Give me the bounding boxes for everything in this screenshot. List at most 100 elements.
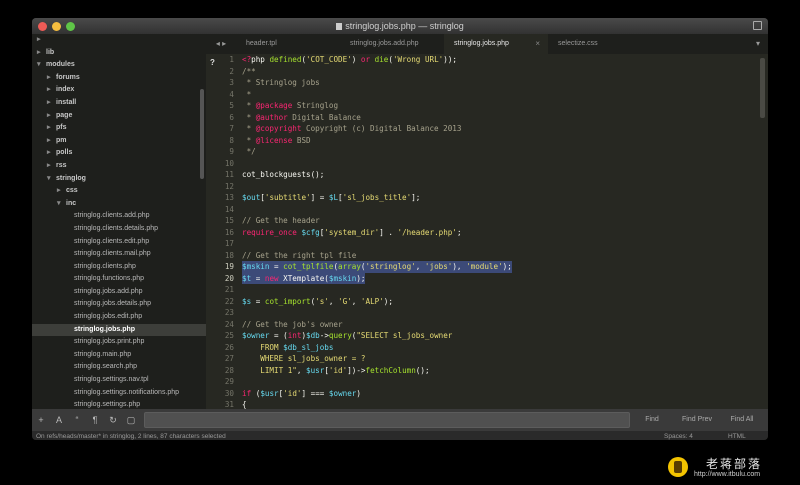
indentation-status[interactable]: Spaces: 4 <box>664 431 693 440</box>
code-line[interactable]: { <box>242 399 752 409</box>
chevron-down-icon[interactable]: ▾ <box>37 59 41 72</box>
code-line[interactable]: WHERE sl_jobs_owner = ? <box>242 353 752 365</box>
chevron-down-icon[interactable]: ▾ <box>57 198 61 211</box>
code-line[interactable]: // Get the header <box>242 215 752 227</box>
tab-menu-icon[interactable]: ▾ <box>756 34 760 54</box>
sidebar-folder[interactable]: ▸ install <box>32 97 206 110</box>
tab[interactable]: header.tpl <box>236 34 340 54</box>
sidebar-folder[interactable]: ▸ polls <box>32 147 206 160</box>
code-line[interactable]: $mskin = cot_tplfile(array('stringlog', … <box>242 261 512 273</box>
code-line[interactable] <box>242 284 752 296</box>
sidebar-folder[interactable]: ▸ page <box>32 110 206 123</box>
chevron-right-icon[interactable]: ▸ <box>47 135 51 148</box>
code-line[interactable] <box>242 376 752 388</box>
code-line[interactable]: $owner = (int)$db->query("SELECT sl_jobs… <box>242 330 752 342</box>
chevron-right-icon[interactable]: ▸ <box>47 84 51 97</box>
plus-icon[interactable]: + <box>32 415 50 425</box>
tab[interactable]: stringlog.jobs.add.php <box>340 34 444 54</box>
code-line[interactable]: * @package Stringlog <box>242 100 752 112</box>
sidebar-file[interactable]: stringlog.functions.php <box>32 273 206 286</box>
code-line[interactable]: $out['subtitle'] = $L['sl_jobs_title']; <box>242 192 752 204</box>
selection-icon[interactable]: ▢ <box>122 415 140 426</box>
sidebar-file[interactable]: stringlog.settings.php <box>32 399 206 409</box>
chevron-right-icon[interactable]: ▸ <box>37 47 41 60</box>
sidebar-folder[interactable]: ▾ modules <box>32 59 206 72</box>
sidebar-folder[interactable]: ▾ stringlog <box>32 173 206 186</box>
code-line[interactable] <box>242 158 752 170</box>
find-button[interactable]: Find <box>632 412 672 428</box>
close-tab-icon[interactable]: × <box>535 34 540 54</box>
editor-scrollbar[interactable] <box>760 58 765 118</box>
chevron-right-icon[interactable]: ▸ <box>47 160 51 173</box>
code-line[interactable]: /** <box>242 66 752 78</box>
chevron-right-icon[interactable]: ▸ <box>47 122 51 135</box>
sidebar-scrollbar[interactable] <box>200 89 204 179</box>
code-line[interactable]: * <box>242 89 752 101</box>
tab[interactable]: stringlog.jobs.php × <box>444 34 548 54</box>
code-line[interactable]: * @copyright Copyright (c) Digital Balan… <box>242 123 752 135</box>
find-all-button[interactable]: Find All <box>722 412 762 428</box>
sidebar-folder[interactable]: ▸ rss <box>32 160 206 173</box>
sidebar-file[interactable]: stringlog.clients.details.php <box>32 223 206 236</box>
sidebar-folder[interactable]: ▾ inc <box>32 198 206 211</box>
code-line[interactable]: LIMIT 1", $usr['id'])->fetchColumn(); <box>242 365 752 377</box>
sidebar-folder[interactable]: ▸ css <box>32 185 206 198</box>
chevron-down-icon[interactable]: ▾ <box>47 173 51 186</box>
code-area[interactable]: <?php defined('COT_CODE') or die('Wrong … <box>242 54 752 409</box>
sidebar-folder[interactable]: ▸ index <box>32 84 206 97</box>
code-line[interactable]: if ($usr['id'] === $owner) <box>242 388 752 400</box>
chevron-right-icon[interactable]: ▸ <box>47 72 51 85</box>
code-line[interactable]: * @author Digital Balance <box>242 112 752 124</box>
code-line[interactable]: cot_blockguests(); <box>242 169 752 181</box>
sidebar-file[interactable]: stringlog.jobs.details.php <box>32 298 206 311</box>
code-line[interactable] <box>242 307 752 319</box>
fullscreen-button[interactable] <box>753 21 762 30</box>
sidebar-folder[interactable]: ▸ lib <box>32 47 206 60</box>
code-line[interactable] <box>242 181 752 193</box>
code-line[interactable]: // Get the job's owner <box>242 319 752 331</box>
sidebar-folder[interactable]: ▸ pfs <box>32 122 206 135</box>
code-line[interactable]: * Stringlog jobs <box>242 77 752 89</box>
sidebar-file[interactable]: stringlog.clients.edit.php <box>32 236 206 249</box>
sidebar-file[interactable]: stringlog.clients.add.php <box>32 210 206 223</box>
sidebar-folder[interactable]: ▸ pm <box>32 135 206 148</box>
sidebar-file[interactable]: stringlog.settings.nav.tpl <box>32 374 206 387</box>
syntax-status[interactable]: HTML <box>728 431 746 440</box>
chevron-right-icon[interactable]: ▸ <box>47 97 51 110</box>
tab-nav-arrows[interactable]: ◂ ▸ <box>206 34 236 54</box>
code-line[interactable]: $t = new XTemplate($mskin); <box>242 272 366 284</box>
code-line[interactable]: * @license BSD <box>242 135 752 147</box>
code-line[interactable]: */ <box>242 146 752 158</box>
code-line[interactable]: FROM $db_sl_jobs <box>242 342 752 354</box>
code-line[interactable] <box>242 204 752 216</box>
chevron-right-icon[interactable]: ▸ <box>37 34 41 47</box>
code-line[interactable]: // Get the right tpl file <box>242 250 752 262</box>
chevron-right-icon[interactable]: ▸ <box>47 110 51 123</box>
wrap-icon[interactable]: ↻ <box>104 415 122 426</box>
sidebar-file[interactable]: stringlog.jobs.print.php <box>32 336 206 349</box>
tab[interactable]: selectize.css <box>548 34 652 54</box>
code-line[interactable]: <?php defined('COT_CODE') or die('Wrong … <box>242 54 752 66</box>
find-prev-button[interactable]: Find Prev <box>677 412 717 428</box>
sidebar-file[interactable]: stringlog.settings.notifications.php <box>32 387 206 400</box>
code-token: $usr <box>306 365 325 375</box>
find-input[interactable] <box>144 412 630 428</box>
regex-icon[interactable]: “ <box>68 415 86 425</box>
sidebar-file[interactable]: stringlog.jobs.php <box>32 323 206 337</box>
sidebar-file[interactable]: stringlog.clients.php <box>32 261 206 274</box>
sidebar-file[interactable]: stringlog.clients.mail.php <box>32 248 206 261</box>
sidebar-folder[interactable]: ▸ forums <box>32 72 206 85</box>
font-icon[interactable]: A <box>50 415 68 425</box>
code-line[interactable]: $s = cot_import('s', 'G', 'ALP'); <box>242 296 752 308</box>
code-line[interactable]: require_once $cfg['system_dir'] . '/head… <box>242 227 752 239</box>
chevron-right-icon[interactable]: ▸ <box>47 147 51 160</box>
sidebar-file[interactable]: stringlog.jobs.add.php <box>32 286 206 299</box>
code-line[interactable] <box>242 238 752 250</box>
sidebar-file[interactable]: stringlog.jobs.edit.php <box>32 311 206 324</box>
chevron-right-icon[interactable]: ▸ <box>57 185 61 198</box>
sidebar-file[interactable]: stringlog.main.php <box>32 349 206 362</box>
sidebar-file[interactable]: stringlog.search.php <box>32 361 206 374</box>
case-icon[interactable]: ¶ <box>86 415 104 425</box>
sidebar-folder[interactable]: ▸ <box>32 34 206 47</box>
code-editor[interactable]: ? 1 2 3 4 5 6 7 8 9 10 11 12 13 14 15 16 17 18 19 20 21 22 23 2… <box>206 54 768 409</box>
